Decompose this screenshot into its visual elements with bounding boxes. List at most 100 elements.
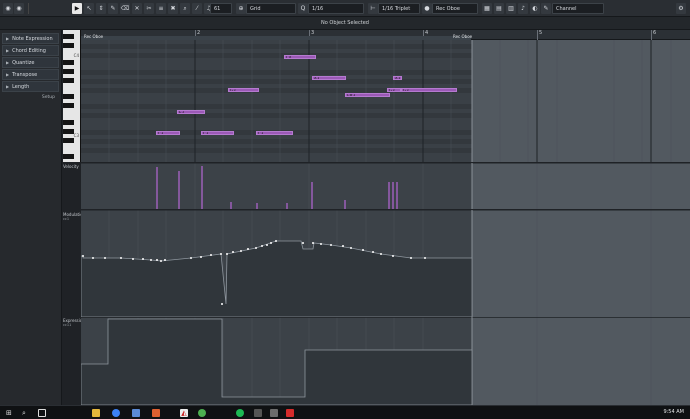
section-label: Chord Editing bbox=[12, 47, 46, 54]
expression-icon[interactable]: ◐ bbox=[530, 3, 540, 14]
black-key[interactable] bbox=[63, 120, 74, 125]
quantize-icon[interactable]: Q bbox=[298, 3, 308, 14]
glue-tool-icon[interactable]: ≡ bbox=[156, 3, 166, 14]
app-icon[interactable] bbox=[270, 409, 278, 417]
black-key[interactable] bbox=[63, 60, 74, 65]
separator bbox=[28, 3, 29, 14]
inspector-section-note-expression[interactable]: ▶ Note Expression bbox=[2, 33, 59, 44]
expand-arrow-icon: ▶ bbox=[6, 48, 10, 53]
recording-app-icon[interactable] bbox=[286, 409, 294, 417]
expand-arrow-icon: ▶ bbox=[6, 36, 10, 41]
note-fsharp3[interactable]: F#3 bbox=[345, 93, 390, 97]
inspector-section-chord-editing[interactable]: ▶ Chord Editing bbox=[2, 45, 59, 56]
note-c4[interactable]: C4 bbox=[284, 55, 316, 59]
channel-select[interactable]: Channel bbox=[552, 3, 604, 14]
note-g3[interactable]: G3 bbox=[401, 88, 457, 92]
snap-icon[interactable]: ⊕ bbox=[236, 3, 246, 14]
auto-scroll-button[interactable]: ▶ bbox=[72, 3, 82, 14]
black-key[interactable] bbox=[63, 138, 74, 143]
grid-view-icon[interactable]: ▦ bbox=[482, 3, 492, 14]
timeline-ruler[interactable]: 2 3 4 5 6 bbox=[81, 30, 690, 40]
note-e3[interactable]: E3 bbox=[177, 110, 205, 114]
piano-keyboard[interactable]: C4 C3 bbox=[63, 30, 81, 162]
bar-tick bbox=[537, 30, 538, 40]
note-c3[interactable]: C3 bbox=[201, 131, 234, 135]
insert-velocity-field[interactable]: 61 bbox=[210, 3, 232, 14]
clock[interactable]: 9:54 AM bbox=[663, 409, 684, 415]
bar-number: 5 bbox=[539, 30, 543, 36]
settings-icon[interactable]: ⚙ bbox=[676, 3, 686, 14]
mute-tool-icon[interactable]: ✖ bbox=[168, 3, 178, 14]
inspector-section-quantize[interactable]: ▶ Quantize bbox=[2, 57, 59, 68]
spotify-icon[interactable] bbox=[236, 409, 244, 417]
black-key[interactable] bbox=[63, 103, 74, 108]
solo-editor-button[interactable]: ◉ bbox=[3, 3, 13, 14]
channel-mode-icon[interactable]: ✎ bbox=[541, 3, 551, 14]
inspector-panel: ▶ Note Expression ▶ Chord Editing ▶ Quantiz… bbox=[0, 30, 62, 410]
task-view-icon[interactable] bbox=[38, 409, 46, 417]
cubase-icon[interactable]: ◭ bbox=[180, 409, 188, 417]
modulation-lane[interactable] bbox=[81, 210, 690, 317]
modulation-lane-label: Modulation cc1 bbox=[63, 212, 85, 221]
mail-icon[interactable] bbox=[132, 409, 140, 417]
note-c3[interactable]: C3 bbox=[256, 131, 293, 135]
note-c3[interactable]: C3 bbox=[156, 131, 180, 135]
split-tool-icon[interactable]: ✂ bbox=[144, 3, 154, 14]
acoustic-feedback-button[interactable]: ◉ bbox=[14, 3, 24, 14]
track-select[interactable]: Rec Oboe bbox=[432, 3, 478, 14]
length-quantize-icon[interactable]: ⊢ bbox=[368, 3, 378, 14]
object-select-tool-icon[interactable]: ↖ bbox=[84, 3, 94, 14]
region-start-label: Rec Oboe bbox=[84, 34, 104, 39]
velocity-lane[interactable] bbox=[81, 163, 690, 209]
inspector-section-transpose[interactable]: ▶ Transpose bbox=[2, 69, 59, 80]
line-tool-icon[interactable]: ⁄ bbox=[192, 3, 202, 14]
setup-link[interactable]: Setup bbox=[42, 95, 55, 100]
bar-number: 6 bbox=[653, 30, 657, 36]
note-a3[interactable]: A3 bbox=[312, 76, 346, 80]
expand-arrow-icon: ▶ bbox=[6, 84, 10, 89]
search-icon[interactable]: ⌕ bbox=[22, 409, 30, 417]
trim-tool-icon[interactable]: ✕ bbox=[132, 3, 142, 14]
black-key[interactable] bbox=[63, 78, 74, 83]
bar-tick bbox=[651, 30, 652, 40]
velocity-lane-label: Velocity bbox=[63, 164, 79, 169]
black-key[interactable] bbox=[63, 129, 74, 134]
file-explorer-icon[interactable] bbox=[92, 409, 100, 417]
note-grid[interactable] bbox=[81, 40, 690, 162]
taskbar: ⊞ ⌕ ◭ 9:54 AM bbox=[0, 405, 690, 419]
chrome-icon[interactable] bbox=[198, 409, 206, 417]
note-g3[interactable]: G3 bbox=[387, 88, 401, 92]
transpose-handle-icon[interactable]: ⇕ bbox=[96, 3, 106, 14]
black-key[interactable] bbox=[63, 69, 74, 74]
expand-arrow-icon: ▶ bbox=[6, 72, 10, 77]
keyboard-view-icon[interactable]: ▤ bbox=[494, 3, 504, 14]
note-a3[interactable]: A3 bbox=[393, 76, 402, 80]
section-label: Quantize bbox=[12, 59, 35, 66]
store-icon[interactable] bbox=[152, 409, 160, 417]
score-view-icon[interactable]: ♪ bbox=[518, 3, 528, 14]
app-icon[interactable] bbox=[254, 409, 262, 417]
expand-arrow-icon: ▶ bbox=[6, 60, 10, 65]
length-quantize-select[interactable]: 1/16 Triplet bbox=[378, 3, 420, 14]
browser-icon[interactable] bbox=[112, 409, 120, 417]
lane-controller: cc11 bbox=[63, 323, 72, 327]
region-end-label: Rec Oboe bbox=[453, 34, 473, 39]
track-record-icon[interactable]: ● bbox=[422, 3, 432, 14]
note-g3[interactable]: G3 bbox=[228, 88, 259, 92]
black-key[interactable] bbox=[63, 154, 74, 159]
grid-type-select[interactable]: Grid bbox=[246, 3, 296, 14]
zoom-tool-icon[interactable]: ⌕ bbox=[180, 3, 190, 14]
windows-start-icon[interactable]: ⊞ bbox=[6, 409, 14, 417]
black-key[interactable] bbox=[63, 34, 74, 39]
drum-view-icon[interactable]: ▥ bbox=[506, 3, 516, 14]
draw-tool-icon[interactable]: ✎ bbox=[108, 3, 118, 14]
expression-lane[interactable] bbox=[81, 317, 690, 405]
black-key[interactable] bbox=[63, 94, 74, 99]
erase-tool-icon[interactable]: ⌫ bbox=[120, 3, 130, 14]
editor-toolbar: ◉ ◉ ▶ ↖ ⇕ ✎ ⌫ ✕ ✂ ≡ ✖ ⌕ ⁄ ♫ 61 ⊕ Grid Q … bbox=[0, 0, 690, 17]
key-label-c4: C4 bbox=[73, 53, 79, 58]
section-label: Note Expression bbox=[12, 35, 53, 42]
black-key[interactable] bbox=[63, 43, 74, 48]
quantize-preset-select[interactable]: 1/16 bbox=[308, 3, 364, 14]
inspector-section-length[interactable]: ▶ Length bbox=[2, 81, 59, 92]
